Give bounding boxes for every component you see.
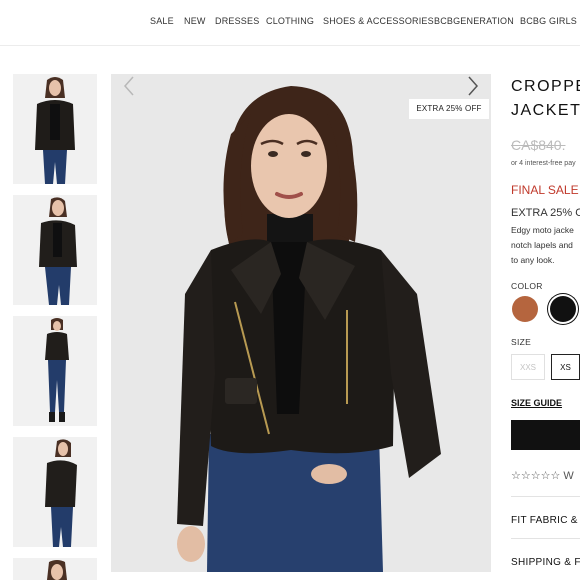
chevron-left-icon[interactable] [121, 74, 137, 98]
product-title-line-2: JACKET [511, 102, 580, 119]
thumbnail-4-photo [13, 437, 97, 547]
size-label: SIZE [511, 337, 532, 347]
color-swatch-cognac[interactable] [512, 296, 538, 322]
description-line-2: notch lapels and [511, 240, 573, 250]
promo-badge: EXTRA 25% OFF [409, 99, 489, 119]
divider [511, 496, 580, 497]
accordion-fit-fabric[interactable]: FIT FABRIC & [511, 515, 578, 526]
model-photo [111, 74, 491, 572]
nav-item-new[interactable]: NEW [184, 16, 206, 26]
description-line-3: to any look. [511, 255, 555, 265]
nav-item-dresses[interactable]: DRESSES [215, 16, 259, 26]
thumbnail-1[interactable] [13, 74, 97, 184]
thumbnail-3-photo [13, 316, 97, 426]
reviews-link-text: W [563, 470, 574, 482]
thumbnail-2[interactable] [13, 195, 97, 305]
product-title-line-1: CROPPE [511, 78, 580, 95]
thumbnail-3[interactable] [13, 316, 97, 426]
main-product-image[interactable] [111, 74, 491, 572]
thumbnail-5-photo [13, 558, 97, 580]
add-to-bag-button[interactable] [511, 420, 580, 450]
thumbnail-1-photo [13, 74, 97, 184]
divider [511, 538, 580, 539]
final-sale-label: FINAL SALE [511, 183, 579, 197]
nav-item-clothing[interactable]: CLOTHING [266, 16, 314, 26]
nav-item-bcbgeneration[interactable]: BCBGENERATION [434, 16, 514, 26]
thumbnail-5[interactable] [13, 558, 97, 580]
color-swatch-black[interactable] [550, 296, 576, 322]
thumbnail-4[interactable] [13, 437, 97, 547]
original-price: CA$840. [511, 137, 566, 153]
nav-item-bcbg-girls[interactable]: BCBG GIRLS [520, 16, 577, 26]
thumbnail-2-photo [13, 195, 97, 305]
size-option-xxs[interactable]: XXS [511, 354, 545, 380]
color-label: COLOR [511, 281, 543, 291]
chevron-right-icon[interactable] [465, 74, 481, 98]
size-guide-link[interactable]: SIZE GUIDE [511, 398, 562, 408]
nav-item-sale[interactable]: SALE [150, 16, 174, 26]
size-option-xs[interactable]: XS [551, 354, 580, 380]
star-rating-icon: ☆☆☆☆☆ [511, 470, 561, 482]
extra-offer-text: EXTRA 25% O [511, 207, 580, 219]
nav-item-shoes-accessories[interactable]: SHOES & ACCESSORIES [323, 16, 434, 26]
accordion-shipping[interactable]: SHIPPING & F [511, 557, 580, 568]
installments-text: or 4 interest-free pay [511, 160, 576, 167]
description-line-1: Edgy moto jacke [511, 225, 574, 235]
review-stars[interactable]: ☆☆☆☆☆ W [511, 469, 574, 482]
top-navigation: SALE NEW DRESSES CLOTHING SHOES & ACCESS… [0, 0, 580, 46]
